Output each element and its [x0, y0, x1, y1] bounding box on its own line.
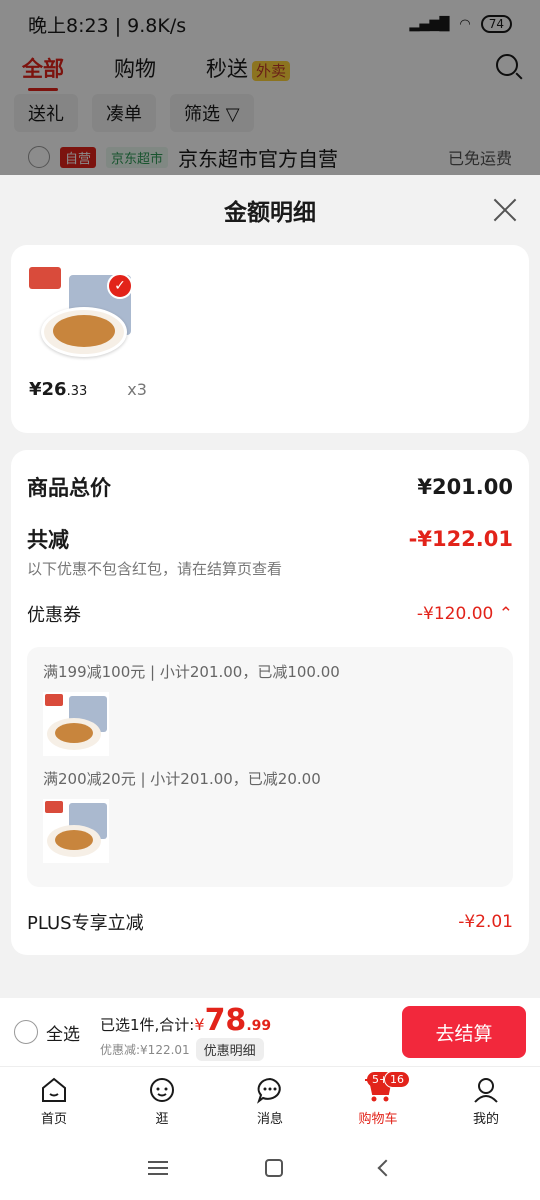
coupon-product-thumb: [43, 799, 109, 863]
coupon-product-thumb: [43, 692, 109, 756]
coupon-label: 优惠券: [27, 605, 81, 626]
discount-summary: 优惠减:¥122.01 优惠明细: [100, 1038, 271, 1061]
face-icon: [150, 1078, 174, 1102]
select-all-checkbox[interactable]: [14, 1020, 38, 1044]
plus-discount-label: PLUS专享立减: [27, 913, 144, 934]
coupon-line-1: 满199减100元 | 小计201.00，已减100.00: [43, 663, 340, 681]
product-card: ✓ ¥26.33 x3: [11, 245, 529, 433]
total-reduce-label: 共减: [27, 528, 69, 552]
checkout-bar: 全选 已选1件,合计: ¥ 78 .99 优惠减:¥122.01 优惠明细 去结…: [0, 998, 540, 1066]
tab-home[interactable]: 首页: [0, 1067, 108, 1136]
checkout-total: 已选1件,合计: ¥ 78 .99: [100, 1003, 272, 1038]
amount-detail-sheet: 金额明细 ✓ ¥26.33 x3 商品总价 ¥201.00 共减 -¥122.0…: [0, 175, 540, 1000]
coupon-row[interactable]: 优惠券 -¥120.00 ⌃: [27, 601, 513, 627]
user-icon: [474, 1078, 498, 1103]
dim-overlay[interactable]: [0, 0, 540, 175]
back-icon[interactable]: [377, 1159, 395, 1177]
tab-messages[interactable]: 消息 5+: [216, 1067, 395, 1136]
message-icon: [257, 1077, 281, 1104]
plus-discount-row: PLUS专享立减 -¥2.01: [27, 909, 513, 935]
total-price-row: 商品总价 ¥201.00: [27, 472, 513, 502]
select-all-label[interactable]: 全选: [46, 1020, 80, 1045]
discount-detail-button[interactable]: 优惠明细: [195, 1038, 264, 1061]
checkout-button[interactable]: 去结算: [402, 1006, 526, 1058]
coupon-detail-box: 满199减100元 | 小计201.00，已减100.00 满200减20元 |…: [27, 647, 513, 887]
sheet-header: 金额明细: [0, 175, 540, 245]
total-amount: 78: [204, 1003, 247, 1038]
total-reduce-row: 共减 -¥122.01: [27, 524, 513, 554]
total-price-label: 商品总价: [27, 476, 111, 500]
coupon-value: -¥120.00 ⌃: [416, 604, 513, 624]
tab-me[interactable]: 我的: [432, 1067, 540, 1136]
food-graphic: [53, 315, 115, 347]
chevron-up-icon: ⌃: [498, 604, 513, 624]
total-reduce-value: -¥122.01: [408, 527, 513, 551]
checkout-summary: 已选1件,合计: ¥ 78 .99 优惠减:¥122.01 优惠明细: [100, 1003, 271, 1061]
coupon-line-2: 满200减20元 | 小计201.00，已减20.00: [43, 770, 321, 788]
product-price: ¥26.33: [29, 379, 88, 400]
home-button-icon[interactable]: [264, 1159, 283, 1177]
plus-discount-value: -¥2.01: [458, 912, 513, 932]
product-price-row: ¥26.33 x3: [29, 379, 511, 400]
brand-logo: [29, 267, 61, 289]
sheet-title: 金额明细: [224, 200, 316, 226]
tab-cart[interactable]: 购物车 16: [324, 1067, 432, 1136]
bottom-tab-bar: 首页 逛 消息 5+ 购物车 16 我的: [0, 1066, 540, 1136]
product-quantity: x3: [127, 380, 147, 399]
tab-browse[interactable]: 逛: [108, 1067, 216, 1136]
selected-check-icon: ✓: [107, 273, 133, 299]
close-icon[interactable]: [492, 197, 518, 223]
system-nav-bar: [0, 1136, 540, 1200]
menu-icon[interactable]: [148, 1161, 169, 1175]
total-price-value: ¥201.00: [417, 475, 513, 499]
amount-detail-card: 商品总价 ¥201.00 共减 -¥122.01 以下优惠不包含红包，请在结算页…: [11, 450, 529, 955]
home-icon: [42, 1077, 66, 1102]
cart-badge: 16: [384, 1071, 410, 1088]
reduce-note: 以下优惠不包含红包，请在结算页查看: [27, 560, 283, 578]
